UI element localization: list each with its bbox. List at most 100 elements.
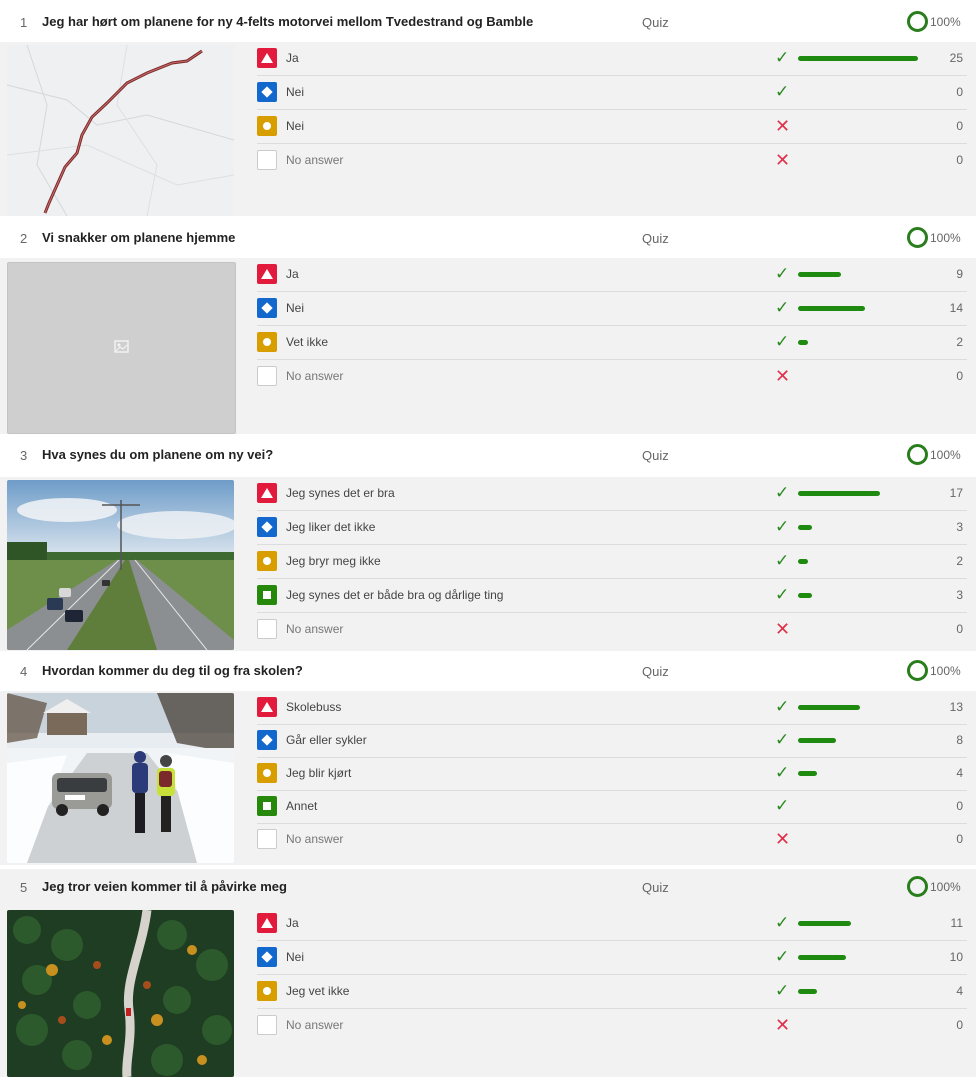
answer-label: Jeg liker det ikke — [286, 520, 376, 534]
completion-percent: 100% — [930, 231, 961, 245]
answer-count: 0 — [956, 832, 963, 846]
question-results: Skolebuss ✓ 13 Går eller sykler ✓ 8 Jeg … — [0, 691, 976, 865]
completion-ring-icon — [907, 444, 928, 465]
answer-label: Skolebuss — [286, 700, 342, 714]
empty-box-icon — [257, 829, 277, 849]
answer-count: 11 — [950, 916, 963, 930]
answer-count: 2 — [956, 335, 963, 349]
answer-count: 0 — [956, 119, 963, 133]
checkmark-icon: ✓ — [775, 796, 790, 815]
checkmark-icon: ✓ — [775, 82, 790, 101]
result-bar — [798, 705, 860, 710]
question-results: Ja ✓ 25 Nei ✓ 0 Nei ✕ 0 No answer ✕ 0 — [0, 42, 976, 216]
empty-box-icon — [257, 366, 277, 386]
result-bar — [798, 955, 846, 960]
answer-row: No answer ✕ 0 — [257, 360, 967, 393]
image-placeholder — [7, 262, 236, 434]
question-title: Jeg tror veien kommer til å påvirke meg — [42, 879, 287, 894]
result-bar — [798, 771, 817, 776]
answer-label: Ja — [286, 51, 299, 65]
question-type: Quiz — [642, 231, 669, 246]
question-type: Quiz — [642, 15, 669, 30]
empty-box-icon — [257, 1015, 277, 1035]
circle-icon — [257, 551, 277, 571]
empty-box-icon — [257, 150, 277, 170]
checkmark-icon: ✓ — [775, 697, 790, 716]
result-bar — [798, 738, 836, 743]
answer-label: Jeg synes det er både bra og dårlige tin… — [286, 588, 504, 602]
answer-row: Nei ✓ 10 — [257, 941, 967, 975]
question-title: Jeg har hørt om planene for ny 4-felts m… — [42, 14, 534, 29]
circle-icon — [257, 332, 277, 352]
answer-count: 2 — [956, 554, 963, 568]
triangle-icon — [257, 697, 277, 717]
answer-count: 0 — [956, 1018, 963, 1032]
question-type: Quiz — [642, 880, 669, 895]
question-results: Jeg synes det er bra ✓ 17 Jeg liker det … — [0, 477, 976, 651]
triangle-icon — [257, 264, 277, 284]
answer-label: Jeg vet ikke — [286, 984, 350, 998]
square-icon — [257, 585, 277, 605]
result-bar — [798, 525, 812, 530]
answer-row: Annet ✓ 0 — [257, 790, 967, 824]
answer-label: Jeg synes det er bra — [286, 486, 395, 500]
answer-count: 0 — [956, 622, 963, 636]
checkmark-icon: ✓ — [775, 585, 790, 604]
answer-label: Nei — [286, 85, 305, 99]
answer-label: Nei — [286, 301, 305, 315]
answer-count: 0 — [956, 85, 963, 99]
answer-label: Jeg bryr meg ikke — [286, 554, 381, 568]
circle-icon — [257, 116, 277, 136]
checkmark-icon: ✓ — [775, 298, 790, 317]
answer-count: 3 — [956, 520, 963, 534]
circle-icon — [257, 981, 277, 1001]
question-header[interactable]: 3 Hva synes du om planene om ny vei? Qui… — [0, 437, 976, 475]
highway-photo — [7, 480, 234, 650]
answer-count: 10 — [949, 950, 963, 964]
question-number: 3 — [20, 448, 28, 463]
answer-label: No answer — [286, 622, 344, 636]
completion-ring-icon — [907, 227, 928, 248]
question-type: Quiz — [642, 448, 669, 463]
checkmark-icon: ✓ — [775, 913, 790, 932]
completion-percent: 100% — [930, 664, 961, 678]
answer-label: No answer — [286, 153, 344, 167]
question-header[interactable]: 4 Hvordan kommer du deg til og fra skole… — [0, 653, 976, 691]
question-number: 2 — [20, 231, 28, 246]
triangle-icon — [257, 483, 277, 503]
result-bar — [798, 306, 865, 311]
answer-row: Jeg blir kjørt ✓ 4 — [257, 757, 967, 791]
answer-row: No answer ✕ 0 — [257, 823, 967, 856]
diamond-icon — [257, 298, 277, 318]
answer-row: Vet ikke ✓ 2 — [257, 326, 967, 360]
question-title: Vi snakker om planene hjemme — [42, 230, 236, 245]
question-header[interactable]: 2 Vi snakker om planene hjemme Quiz 100% — [0, 220, 976, 258]
question-results: Ja ✓ 9 Nei ✓ 14 Vet ikke ✓ 2 No answer ✕… — [0, 258, 976, 434]
answer-count: 25 — [949, 51, 963, 65]
answer-row: Nei ✕ 0 — [257, 110, 967, 144]
answer-label: No answer — [286, 832, 344, 846]
diamond-icon — [257, 517, 277, 537]
answer-label: Vet ikke — [286, 335, 329, 349]
triangle-icon — [257, 48, 277, 68]
question-header[interactable]: 5 Jeg tror veien kommer til å påvirke me… — [0, 869, 976, 907]
empty-box-icon — [257, 619, 277, 639]
answer-count: 17 — [949, 486, 963, 500]
result-bar — [798, 491, 880, 496]
answer-row: Jeg vet ikke ✓ 4 — [257, 975, 967, 1009]
snowy-road-photo — [7, 693, 234, 863]
completion-percent: 100% — [930, 448, 961, 462]
answer-row: Ja ✓ 25 — [257, 42, 967, 76]
answer-row: No answer ✕ 0 — [257, 1009, 967, 1042]
answer-count: 13 — [949, 700, 963, 714]
diamond-icon — [257, 82, 277, 102]
answer-label: Nei — [286, 950, 305, 964]
answer-row: Ja ✓ 9 — [257, 258, 967, 292]
checkmark-icon: ✓ — [775, 730, 790, 749]
cross-icon: ✕ — [775, 366, 791, 386]
result-bar — [798, 340, 808, 345]
answer-row: Nei ✓ 0 — [257, 76, 967, 110]
question-header[interactable]: 1 Jeg har hørt om planene for ny 4-felts… — [0, 4, 976, 42]
result-bar — [798, 921, 851, 926]
answer-row: Går eller sykler ✓ 8 — [257, 724, 967, 758]
